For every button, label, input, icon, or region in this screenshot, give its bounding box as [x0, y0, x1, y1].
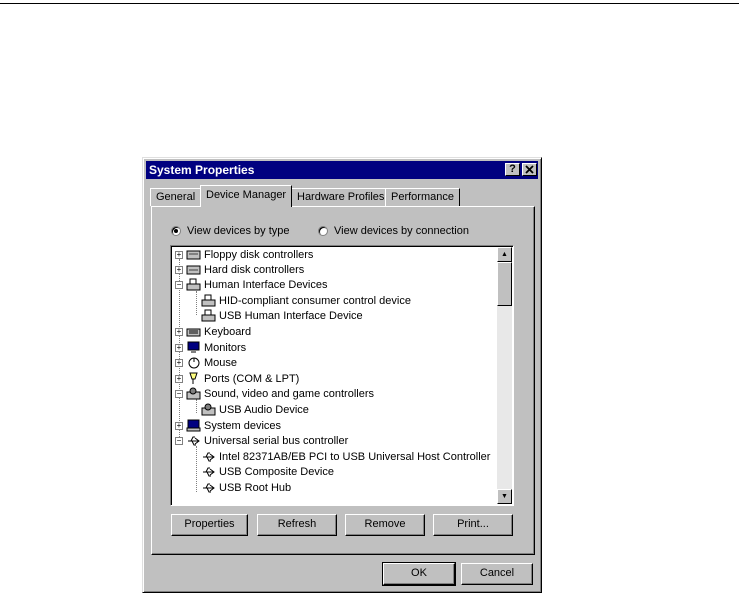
tree-item-label: Hard disk controllers — [204, 263, 305, 276]
tree-item-label: Keyboard — [204, 325, 252, 338]
expand-icon[interactable]: + — [175, 358, 183, 367]
keyboard-icon — [186, 328, 201, 337]
tab-hardware-profiles[interactable]: Hardware Profiles — [291, 188, 391, 206]
tree-connector — [196, 291, 197, 315]
port-icon — [189, 372, 198, 384]
help-button[interactable]: ? — [505, 163, 520, 176]
ok-button[interactable]: OK — [382, 562, 456, 586]
print-button[interactable]: Print... — [433, 514, 513, 536]
tree-item[interactable]: USB Composite Device — [201, 464, 334, 479]
tree-item[interactable]: + Floppy disk controllers — [175, 247, 313, 262]
tab-device-manager[interactable]: Device Manager — [200, 185, 293, 207]
collapse-icon[interactable]: − — [175, 389, 183, 398]
vertical-scrollbar[interactable]: ▲ ▼ — [497, 247, 512, 504]
tab-performance[interactable]: Performance — [385, 188, 460, 206]
remove-button[interactable]: Remove — [345, 514, 425, 536]
tree-item[interactable]: − Sound, video and game controllers — [175, 386, 374, 401]
tree-item[interactable]: − Human Interface Devices — [175, 277, 328, 292]
collapse-icon[interactable]: − — [175, 436, 183, 445]
usb-icon — [188, 436, 200, 446]
tree-item[interactable]: + Hard disk controllers — [175, 262, 304, 277]
expand-icon[interactable]: + — [175, 265, 183, 274]
system-properties-window: System Properties ? General Device Manag… — [142, 157, 542, 593]
scroll-thumb[interactable] — [497, 262, 512, 306]
view-by-type-radio[interactable]: View devices by type — [171, 224, 290, 238]
tree-item-label: Ports (COM & LPT) — [204, 372, 300, 385]
view-by-connection-radio[interactable]: View devices by connection — [318, 224, 469, 238]
tree-item-label: Monitors — [204, 341, 247, 354]
sound-icon — [186, 387, 201, 400]
expand-icon[interactable]: + — [175, 374, 183, 383]
usb-icon — [203, 483, 215, 493]
scroll-up-button[interactable]: ▲ — [497, 247, 512, 262]
cancel-button[interactable]: Cancel — [461, 563, 533, 585]
expand-icon[interactable]: + — [175, 250, 183, 259]
tree-connector — [196, 446, 197, 492]
view-by-type-label: View devices by type — [187, 225, 290, 237]
tree-item-label: HID-compliant consumer control device — [219, 294, 411, 307]
tree-item-label: System devices — [204, 419, 282, 432]
tree-item-label: USB Composite Device — [219, 465, 334, 478]
tree-item[interactable]: + Ports (COM & LPT) — [175, 371, 299, 386]
tree-item[interactable]: HID-compliant consumer control device — [201, 293, 411, 308]
mouse-icon — [188, 357, 200, 369]
radio-selected-icon — [171, 226, 181, 236]
tree-item[interactable]: + Mouse — [175, 355, 237, 370]
tree-item-label: Floppy disk controllers — [204, 248, 314, 261]
scroll-down-button[interactable]: ▼ — [497, 489, 512, 504]
window-title: System Properties — [149, 163, 255, 177]
hid-device-icon — [201, 309, 216, 322]
tree-item[interactable]: + System devices — [175, 418, 281, 433]
tree-item-label: USB Audio Device — [219, 403, 309, 416]
tree-item[interactable]: Intel 82371AB/EB PCI to USB Universal Ho… — [201, 449, 490, 464]
tree-item[interactable]: USB Human Interface Device — [201, 308, 363, 323]
expand-icon[interactable]: + — [175, 421, 183, 430]
tree-item-label: Human Interface Devices — [204, 278, 328, 291]
sound-device-icon — [201, 403, 216, 416]
tree-item[interactable]: + Monitors — [175, 340, 246, 355]
expand-icon[interactable]: + — [175, 343, 183, 352]
system-devices-icon — [186, 419, 201, 432]
hid-icon — [186, 278, 201, 291]
collapse-icon[interactable]: − — [175, 280, 183, 289]
view-by-connection-label: View devices by connection — [334, 225, 469, 237]
hard-disk-controller-icon — [186, 265, 201, 275]
tree-item[interactable]: + Keyboard — [175, 324, 251, 339]
device-tree[interactable]: + Floppy disk controllers + Hard disk co… — [170, 245, 514, 506]
monitor-icon — [187, 341, 200, 353]
tree-item-label: Intel 82371AB/EB PCI to USB Universal Ho… — [219, 450, 491, 463]
expand-icon[interactable]: + — [175, 327, 183, 336]
tree-connector — [196, 399, 197, 413]
tree-item-label: Sound, video and game controllers — [204, 387, 374, 400]
tree-item[interactable]: USB Root Hub — [201, 480, 291, 495]
tree-item-label: Universal serial bus controller — [204, 434, 349, 447]
radio-unselected-icon — [318, 226, 328, 236]
close-button[interactable] — [522, 163, 537, 176]
tree-item-label: USB Human Interface Device — [219, 309, 363, 322]
close-icon — [525, 165, 534, 174]
tree-item-label: USB Root Hub — [219, 481, 292, 494]
refresh-button[interactable]: Refresh — [257, 514, 337, 536]
tab-general[interactable]: General — [150, 188, 202, 206]
floppy-controller-icon — [186, 250, 201, 260]
usb-icon — [203, 452, 215, 462]
tree-item-label: Mouse — [204, 356, 238, 369]
tree-item[interactable]: − Universal serial bus controller — [175, 433, 348, 448]
tree-item[interactable]: USB Audio Device — [201, 402, 309, 417]
properties-button[interactable]: Properties — [171, 514, 248, 536]
page-top-rule — [0, 3, 739, 4]
usb-icon — [203, 467, 215, 477]
title-bar[interactable]: System Properties ? — [146, 161, 538, 179]
hid-device-icon — [201, 294, 216, 307]
